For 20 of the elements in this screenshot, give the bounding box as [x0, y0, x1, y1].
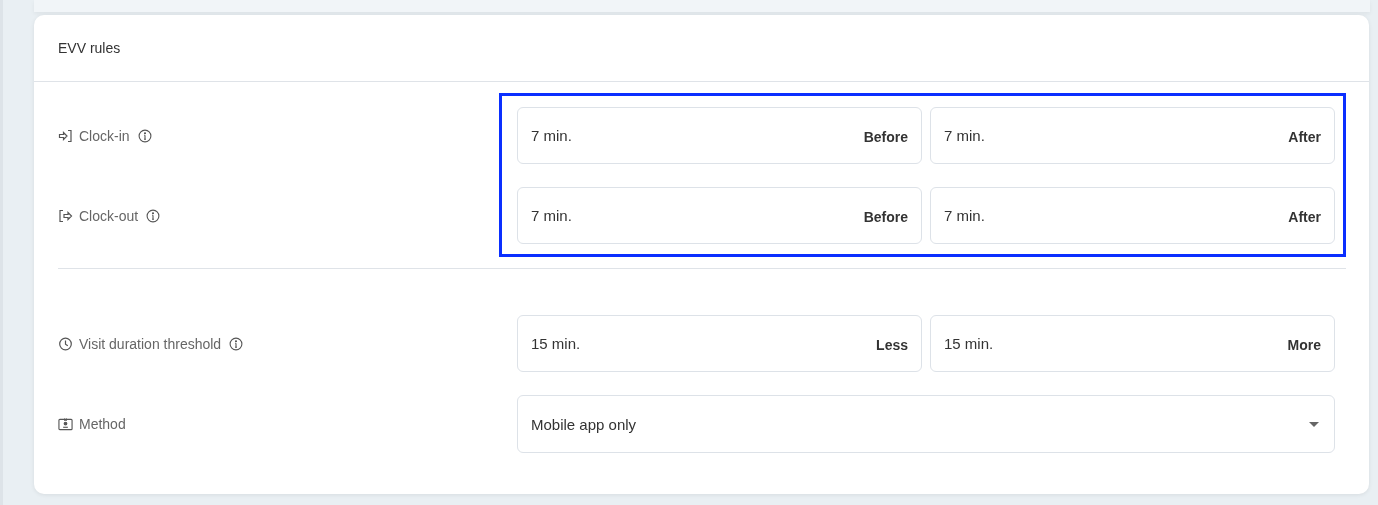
- field-label: Clock-in: [79, 127, 130, 144]
- minutes-input[interactable]: 15 min. More: [930, 315, 1335, 372]
- clock-icon: [58, 336, 73, 351]
- field-label: Clock-out: [79, 207, 139, 224]
- logout-arrow-icon: [58, 208, 73, 223]
- minutes-input[interactable]: 7 min. Before: [517, 107, 922, 164]
- info-icon[interactable]: [229, 336, 244, 351]
- card-title: EVV rules: [58, 40, 121, 56]
- field-label: Visit duration threshold: [79, 335, 222, 352]
- info-icon[interactable]: [137, 128, 152, 143]
- method-dropdown[interactable]: Mobile app only: [517, 395, 1335, 453]
- minutes-input[interactable]: 15 min. Less: [517, 315, 922, 372]
- id-badge-icon: [58, 416, 73, 431]
- minutes-input[interactable]: 7 min. After: [930, 107, 1335, 164]
- login-arrow-icon: [58, 128, 73, 143]
- minutes-input[interactable]: 7 min. After: [930, 187, 1335, 244]
- info-icon[interactable]: [146, 208, 161, 223]
- minutes-input[interactable]: 7 min. Before: [517, 187, 922, 244]
- field-label: Method: [79, 415, 126, 432]
- caret-icon: [1309, 421, 1319, 427]
